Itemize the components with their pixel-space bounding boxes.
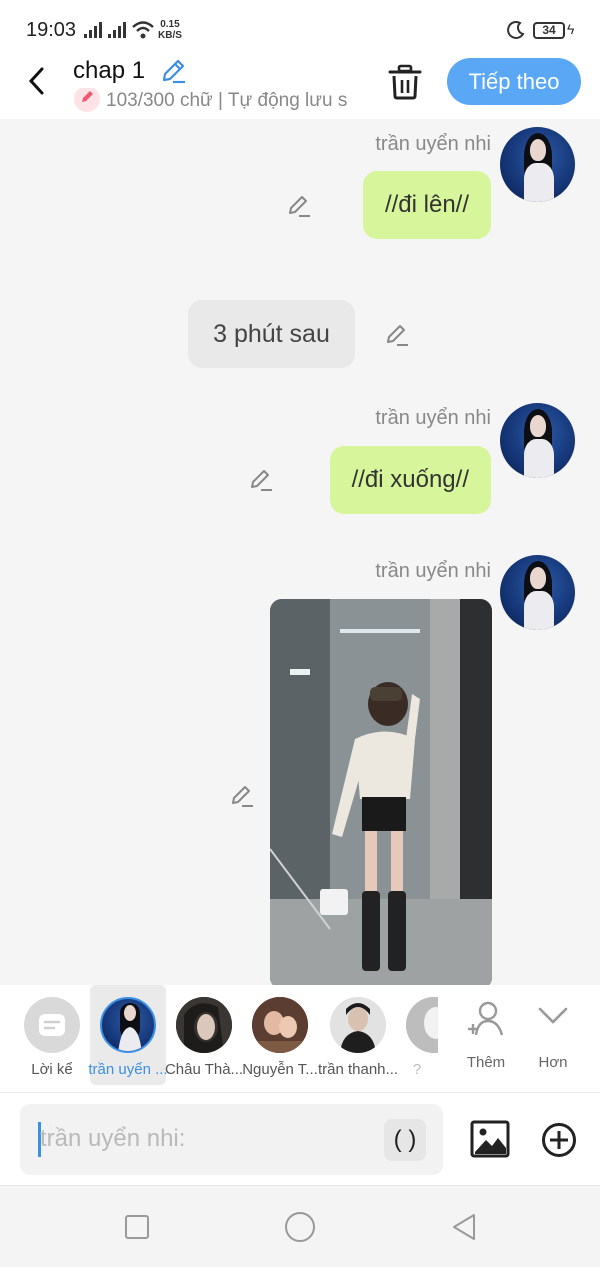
more-button[interactable]: Hơn bbox=[523, 985, 583, 1085]
subtitle-text: 103/300 chữ | Tự động lưu s bbox=[106, 90, 348, 112]
character-avatar bbox=[100, 997, 156, 1053]
home-circle-icon[interactable] bbox=[284, 1211, 316, 1243]
back-arrow-icon[interactable] bbox=[22, 66, 52, 96]
character-avatar bbox=[330, 997, 386, 1053]
add-user-icon bbox=[468, 1001, 504, 1036]
character-label: ? bbox=[412, 1061, 422, 1078]
character-tran-uyen-nhi[interactable]: trần uyển ... bbox=[88, 985, 168, 1085]
narration-bubble[interactable]: 3 phút sau bbox=[188, 300, 355, 368]
editor-header: chap 1 103/300 chữ | Tự động lưu s Tiếp … bbox=[0, 56, 600, 119]
status-bar: 19:03 0.15 KB/S 34 ϟ bbox=[0, 0, 600, 56]
character-label: Lời kể bbox=[31, 1061, 73, 1078]
character-chau-tha[interactable]: Châu Thà... bbox=[165, 985, 243, 1085]
pencil-badge-icon bbox=[74, 88, 100, 112]
character-nguyen-t[interactable]: Nguyễn T... bbox=[242, 985, 318, 1085]
edit-title-icon[interactable] bbox=[159, 57, 187, 85]
add-circle-icon[interactable] bbox=[541, 1122, 577, 1158]
status-time: 19:03 bbox=[26, 19, 77, 41]
back-triangle-icon[interactable] bbox=[450, 1212, 478, 1242]
next-button[interactable]: Tiếp theo bbox=[447, 58, 581, 105]
edit-message-icon[interactable] bbox=[286, 193, 312, 219]
character-label: Nguyễn T... bbox=[242, 1061, 318, 1078]
chat-area[interactable]: trần uyển nhi //đi lên// 3 phút sau trần… bbox=[0, 119, 600, 985]
message-input-box[interactable]: ( ) bbox=[20, 1104, 443, 1175]
message-bubble[interactable]: //đi xuống// bbox=[329, 446, 491, 514]
more-label: Hơn bbox=[538, 1054, 568, 1071]
trash-icon[interactable] bbox=[386, 62, 424, 102]
message-bubble[interactable]: //đi lên// bbox=[362, 171, 491, 239]
recents-square-icon[interactable] bbox=[124, 1214, 150, 1240]
edit-message-icon[interactable] bbox=[384, 322, 410, 348]
add-label: Thêm bbox=[466, 1054, 506, 1071]
character-selector: Lời kể trần uyển ... Châu Thà... Nguyễn … bbox=[0, 985, 600, 1093]
chapter-title: chap 1 bbox=[73, 57, 146, 84]
character-avatar bbox=[406, 997, 438, 1053]
image-message[interactable] bbox=[270, 599, 492, 985]
avatar[interactable] bbox=[500, 403, 575, 478]
moon-icon bbox=[507, 21, 525, 39]
edit-message-icon[interactable] bbox=[229, 783, 255, 809]
word-count-status: 103/300 chữ | Tự động lưu s bbox=[74, 88, 364, 114]
signal-icon bbox=[84, 22, 104, 38]
system-nav-bar bbox=[0, 1186, 600, 1267]
parenthesis-button[interactable]: ( ) bbox=[384, 1119, 426, 1161]
character-narrator[interactable]: Lời kể bbox=[14, 985, 90, 1085]
character-label: Châu Thà... bbox=[164, 1061, 244, 1078]
message-input[interactable] bbox=[36, 1114, 386, 1164]
speed-value: 0.15 bbox=[160, 19, 180, 30]
speed-unit: KB/S bbox=[158, 30, 182, 41]
chat-bubble-icon bbox=[39, 1014, 65, 1036]
avatar[interactable] bbox=[500, 127, 575, 202]
avatar[interactable] bbox=[500, 555, 575, 630]
character-avatar bbox=[252, 997, 308, 1053]
battery-icon: 34 bbox=[533, 22, 565, 39]
character-avatar bbox=[176, 997, 232, 1053]
charging-icon: ϟ bbox=[567, 21, 575, 37]
network-speed: 0.15 KB/S bbox=[158, 19, 182, 41]
character-label: trần uyển ... bbox=[88, 1061, 168, 1078]
narrator-avatar bbox=[24, 997, 80, 1053]
photo-illustration bbox=[270, 599, 492, 985]
input-bar: ( ) bbox=[0, 1093, 600, 1186]
sender-name: trần uyển nhi bbox=[375, 133, 491, 155]
sender-name: trần uyển nhi bbox=[375, 560, 491, 582]
chevron-down-icon bbox=[538, 1007, 568, 1024]
image-icon[interactable] bbox=[470, 1120, 510, 1158]
character-label: trần thanh... bbox=[317, 1061, 399, 1078]
add-character-button[interactable]: Thêm bbox=[456, 985, 516, 1085]
character-tran-thanh[interactable]: trần thanh... bbox=[318, 985, 398, 1085]
edit-message-icon[interactable] bbox=[248, 467, 274, 493]
character-unknown[interactable]: ? bbox=[396, 985, 438, 1085]
sender-name: trần uyển nhi bbox=[375, 407, 491, 429]
signal-icon-2 bbox=[108, 22, 128, 38]
wifi-icon bbox=[132, 21, 154, 39]
